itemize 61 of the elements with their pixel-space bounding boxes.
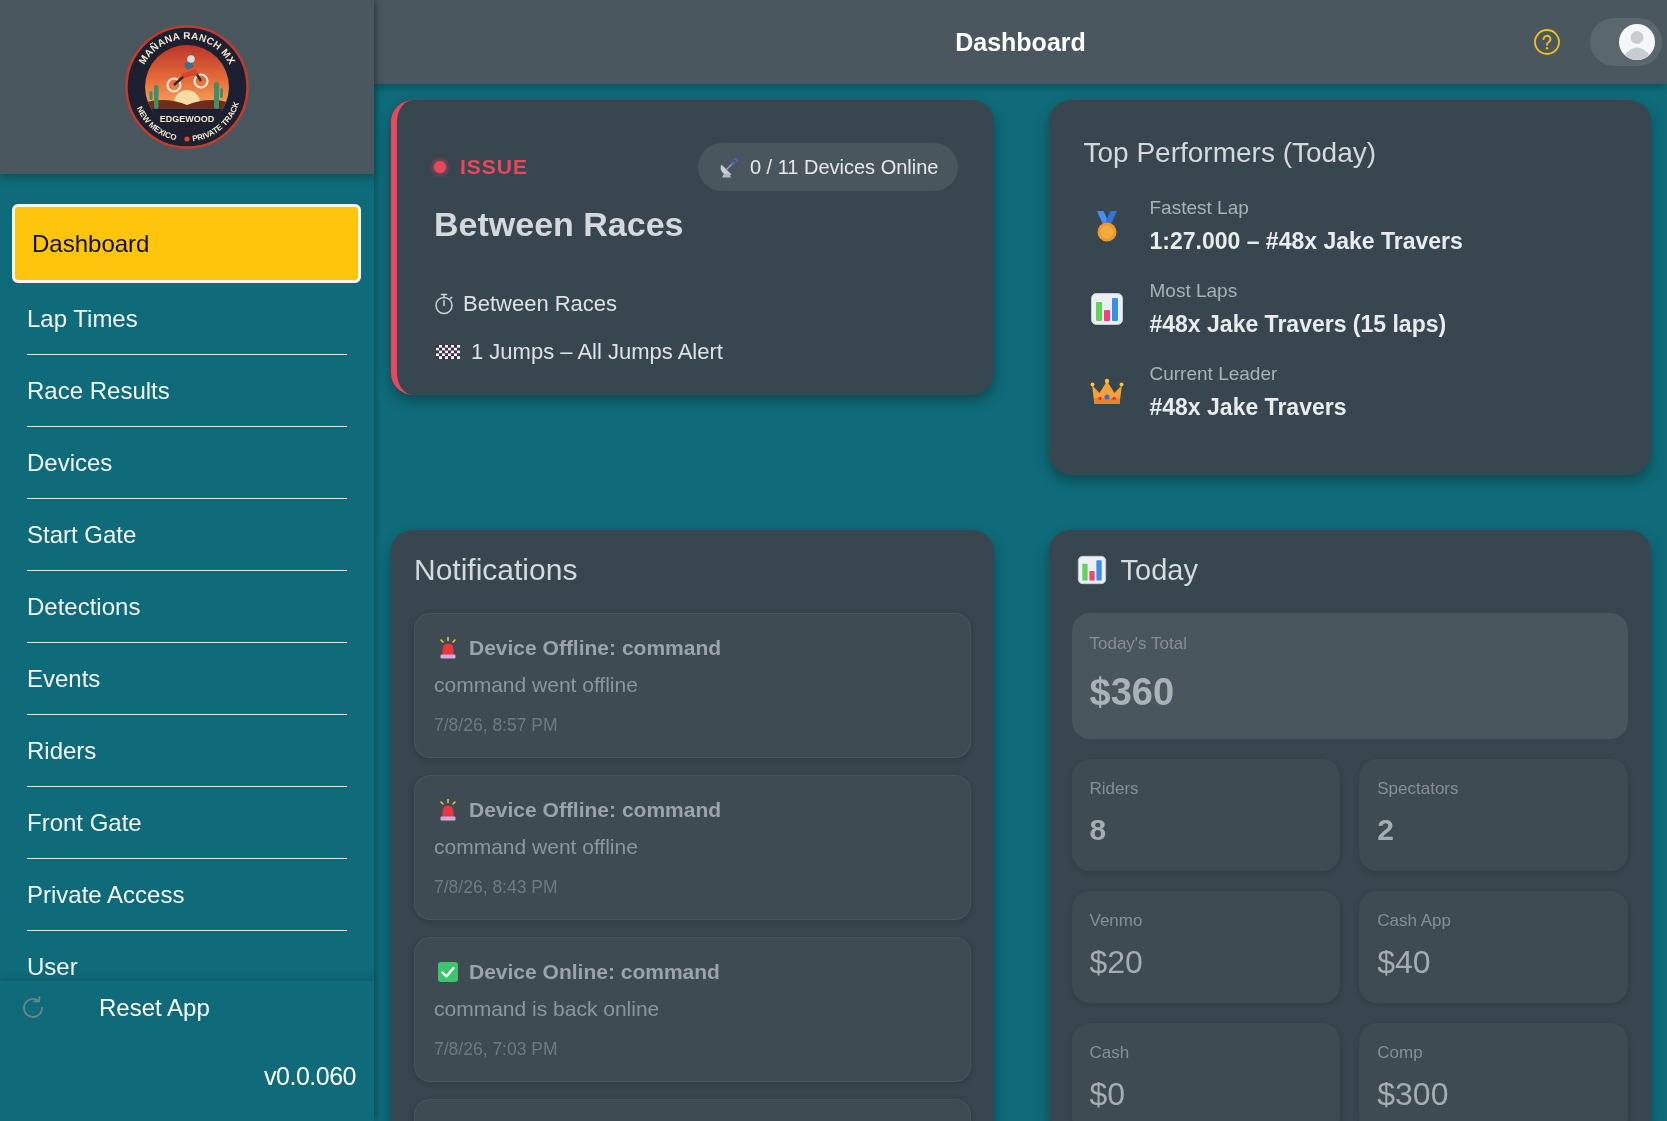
nav-item[interactable]: Dashboard (12, 204, 361, 283)
stat-value: $0 (1089, 1076, 1127, 1112)
nav-item[interactable]: Detections (27, 571, 347, 643)
notification-message: command went offline (434, 672, 639, 697)
performer-value: #48x Jake Travers (1149, 394, 1347, 421)
performer-label: Fastest Lap (1149, 197, 1250, 219)
satellite-dish-icon (718, 156, 739, 178)
stat-label: Riders (1089, 779, 1140, 799)
refresh-icon (20, 995, 46, 1021)
status-detail: Between Races (463, 290, 618, 318)
stat-value: $40 (1377, 944, 1432, 980)
stat-label: Today's Total (1089, 634, 1188, 654)
nav-item[interactable]: Devices (27, 427, 347, 499)
bar-chart-icon (1076, 555, 1107, 585)
nav-item[interactable]: Events (27, 643, 347, 715)
avatar-icon (1619, 24, 1655, 60)
nav-item[interactable]: Start Gate (27, 499, 347, 571)
page-title: Dashboard (955, 27, 1086, 57)
notification-title: Device Online: command (469, 960, 720, 984)
devices-online-text: 0 / 11 Devices Online (749, 155, 939, 179)
stat-label: Cash (1089, 1043, 1131, 1063)
check-icon (438, 962, 458, 982)
performer-value: #48x Jake Travers (15 laps) (1149, 311, 1447, 338)
stat-label: Venmo (1089, 911, 1144, 931)
performer-label: Most Laps (1149, 280, 1239, 302)
reset-app-button[interactable]: Reset App (20, 981, 210, 1035)
stat-label: Comp (1377, 1043, 1424, 1063)
stat-value: $300 (1377, 1076, 1450, 1112)
checkered-flag-icon (436, 345, 460, 359)
performer-label: Current Leader (1149, 363, 1279, 385)
notification-title: Device Offline: command (469, 636, 722, 660)
card-title: Today (1120, 555, 1198, 585)
card-title: Top Performers (Today) (1083, 137, 1378, 169)
version-label: v0.0.060 (264, 1062, 356, 1091)
stat-label: Cash App (1377, 911, 1452, 931)
nav-item[interactable]: Riders (27, 715, 347, 787)
help-icon[interactable] (1534, 29, 1560, 55)
siren-icon (438, 799, 458, 821)
status-dot (434, 161, 446, 173)
nav-item[interactable]: Race Results (27, 355, 347, 427)
status-title: Between Races (434, 205, 685, 244)
stat-value: $20 (1089, 944, 1144, 980)
stopwatch-icon (434, 293, 454, 315)
stat-value: 2 (1377, 812, 1395, 848)
notification-message: command is back online (434, 996, 661, 1021)
nav-item[interactable]: Lap Times (27, 283, 347, 355)
status-detail: 1 Jumps – All Jumps Alert (471, 338, 723, 366)
crown-icon (1089, 378, 1124, 406)
notification-message: command went offline (434, 834, 639, 859)
stat-value: $360 (1089, 670, 1176, 714)
stat-label: Spectators (1377, 779, 1460, 799)
notification-title: Device Offline: command (469, 798, 722, 822)
performer-value: 1:27.000 – #48x Jake Travers (1149, 228, 1463, 255)
profile-toggle[interactable] (1590, 18, 1662, 66)
card-title: Notifications (414, 553, 579, 587)
stat-value: 8 (1089, 812, 1108, 848)
siren-icon (438, 637, 458, 659)
nav-item[interactable]: Front Gate (27, 787, 347, 859)
status-label: ISSUE (460, 155, 529, 179)
bar-chart-icon (1089, 292, 1124, 326)
nav-item[interactable]: Private Access (27, 859, 347, 931)
